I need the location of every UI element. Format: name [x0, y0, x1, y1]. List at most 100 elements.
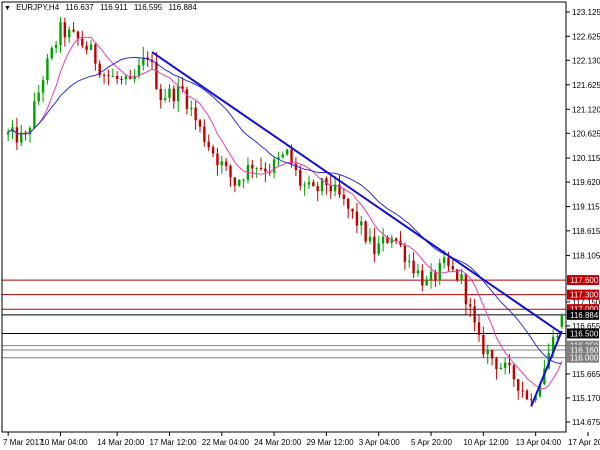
- candle-body: [495, 358, 498, 370]
- candle-body: [15, 127, 19, 143]
- candle-body: [37, 92, 40, 102]
- candle-body: [272, 159, 276, 173]
- candle-body: [512, 365, 516, 380]
- x-tick-label: 17 Apr 20:00: [568, 438, 600, 447]
- candle-body: [377, 243, 380, 254]
- candle-body: [102, 74, 106, 76]
- x-tick-label: 7 Mar 2017: [3, 438, 44, 447]
- candle-body: [342, 194, 346, 199]
- y-tick-label: 121.625: [572, 81, 600, 90]
- plot-frame: [1, 1, 567, 433]
- candle-body: [429, 271, 433, 281]
- candle-body: [290, 149, 293, 164]
- candle-body: [238, 180, 241, 186]
- candle-body: [508, 362, 511, 366]
- candle-body: [115, 75, 119, 80]
- candle-body: [368, 236, 372, 242]
- candle-body: [421, 270, 424, 286]
- triangle-down-icon[interactable]: ▼: [4, 5, 11, 12]
- y-tick-label: 118.105: [572, 252, 600, 261]
- candle-body: [41, 80, 45, 93]
- candle-body: [556, 335, 559, 337]
- candle-body: [469, 304, 472, 307]
- low-value: 116.595: [133, 3, 163, 12]
- candle-body: [325, 178, 328, 186]
- candle-body: [294, 163, 298, 170]
- x-tick-label: 24 Mar 20:00: [254, 438, 302, 447]
- candle-body: [120, 79, 123, 81]
- candle-body: [412, 260, 415, 274]
- x-tick-label: 5 Apr 20:00: [411, 438, 452, 447]
- y-tick-label: 121.120: [572, 105, 600, 114]
- candle-body: [68, 29, 71, 38]
- candle-body: [54, 44, 58, 48]
- level-tag-label: 117.300: [570, 291, 599, 300]
- candle-body: [373, 236, 376, 254]
- candle-body: [185, 89, 189, 109]
- candle-body: [560, 314, 564, 327]
- candle-body: [224, 161, 228, 166]
- level-tag-label: 117.600: [570, 276, 599, 285]
- candle-body: [464, 274, 468, 305]
- candle-body: [50, 47, 53, 59]
- candle-body: [403, 245, 407, 262]
- candle-body: [176, 86, 180, 102]
- x-tick-label: 3 Apr 04:00: [359, 438, 400, 447]
- price-chart[interactable]: 123.125 122.625 122.130 121.625 121.120 120.6…: [0, 0, 600, 450]
- candle-body: [203, 126, 206, 142]
- candle-body: [259, 168, 263, 170]
- y-tick-label: 118.615: [572, 227, 600, 236]
- candle-body: [229, 165, 232, 178]
- candle-body: [168, 88, 171, 98]
- y-tick-label: 119.620: [572, 178, 600, 187]
- candle-body: [155, 62, 158, 89]
- candle-body: [111, 75, 115, 77]
- y-tick-label: 122.130: [572, 56, 600, 65]
- candle-body: [425, 280, 428, 286]
- y-tick-label: 115.170: [572, 394, 600, 403]
- candle-body: [107, 75, 110, 77]
- candle-body: [486, 350, 489, 355]
- candle-body: [312, 182, 315, 187]
- candle-body: [364, 221, 367, 242]
- level-tag-label: 116.884: [570, 311, 599, 320]
- candle-body: [233, 177, 237, 186]
- candle-body: [438, 263, 441, 280]
- close-value: 116.884: [168, 3, 197, 12]
- candle-body: [503, 362, 507, 368]
- candle-body: [163, 97, 167, 101]
- candle-body: [85, 45, 88, 50]
- candle-body: [303, 184, 306, 186]
- candle-body: [381, 236, 385, 244]
- candle-body: [137, 65, 141, 76]
- level-tag-label: 116.500: [570, 329, 599, 338]
- candle-body: [255, 168, 258, 170]
- y-tick-label: 123.125: [572, 8, 600, 17]
- y-tick-label: 114.675: [572, 418, 600, 427]
- candle-body: [220, 161, 223, 166]
- x-tick-label: 22 Mar 04:00: [202, 438, 250, 447]
- candle-body: [408, 260, 411, 262]
- candle-body: [530, 399, 533, 401]
- chart-header: ▼ EURJPY,H4 116.637 116.911 116.595 116.…: [4, 3, 201, 12]
- x-tick-label: 17 Mar 12:00: [149, 438, 197, 447]
- candle-body: [264, 168, 267, 172]
- candle-body: [482, 334, 485, 355]
- symbol-label: EURJPY,H4: [16, 3, 60, 12]
- candle-body: [525, 390, 529, 400]
- y-tick-label: 119.115: [572, 203, 600, 212]
- candle-body: [416, 270, 420, 274]
- candle-body: [72, 29, 75, 32]
- open-value: 116.637: [65, 3, 94, 12]
- candle-body: [281, 154, 285, 158]
- chart-window[interactable]: 123.125 122.625 122.130 121.625 121.120 120.6…: [0, 0, 600, 450]
- candle-body: [194, 107, 197, 121]
- candle-body: [89, 44, 93, 50]
- candle-body: [198, 120, 202, 127]
- candle-body: [285, 149, 289, 155]
- x-tick-label: 14 Mar 20:00: [97, 438, 145, 447]
- y-tick-label: 120.625: [572, 129, 600, 138]
- candle-body: [451, 266, 455, 270]
- candle-body: [124, 76, 128, 80]
- candle-body: [447, 257, 450, 267]
